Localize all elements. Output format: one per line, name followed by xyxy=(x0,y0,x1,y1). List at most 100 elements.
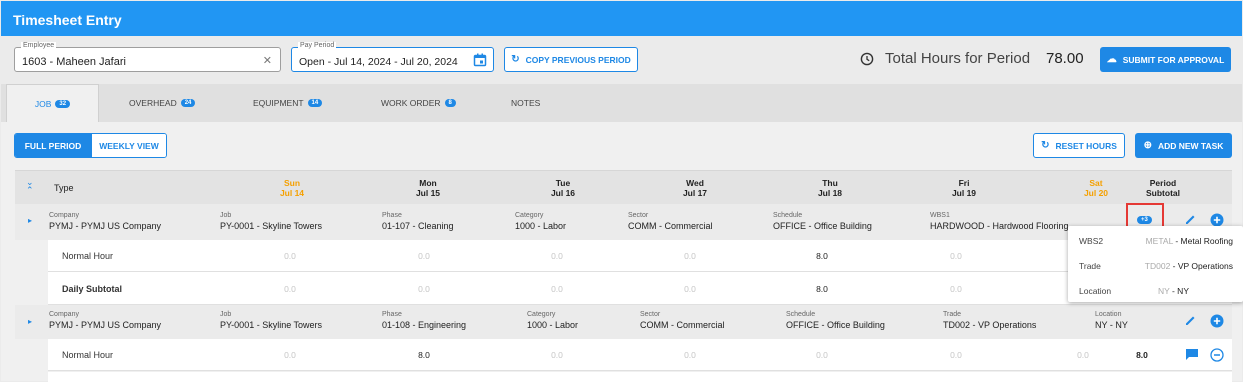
hour-cell[interactable]: 0.0 xyxy=(931,251,981,261)
task-field: Location NY - NY xyxy=(1095,311,1128,330)
tab-job[interactable]: JOB 32 xyxy=(6,84,99,122)
hour-cell[interactable]: 0.0 xyxy=(665,251,715,261)
period-subtotal-cell: 8.0 xyxy=(1136,350,1148,360)
row-label: Normal Hour xyxy=(62,251,114,261)
employee-label: Employee xyxy=(21,42,57,49)
hour-cell[interactable]: 0.0 xyxy=(532,251,582,261)
reset-icon: ↻ xyxy=(1041,140,1050,151)
task-group-2: ▸ Company PYMJ - PYMJ US Company Job PY-00… xyxy=(15,305,1232,339)
day-header-sat: Sat Jul 20 xyxy=(1083,178,1109,198)
task-group-1: ▸ Company PYMJ - PYMJ US Company Job PY-00… xyxy=(15,203,1232,240)
refresh-icon: ↻ xyxy=(511,54,520,65)
expand-icon[interactable]: ▸ xyxy=(28,317,32,326)
task-field: Category 1000 - Labor xyxy=(527,311,579,330)
reset-hours-label: RESET HOURS xyxy=(1055,140,1117,151)
employee-field[interactable]: Employee 1603 - Maheen Jafari ✕ xyxy=(14,42,281,72)
tab-equipment-badge: 14 xyxy=(307,99,323,107)
subtotal-cell: 0.0 xyxy=(284,284,296,294)
add-row-icon[interactable] xyxy=(1210,314,1224,331)
type-header: Type xyxy=(54,183,74,193)
hour-cell[interactable]: 0.0 xyxy=(265,350,315,360)
remove-row-icon[interactable] xyxy=(1210,348,1224,365)
tab-notes[interactable]: NOTES xyxy=(511,84,540,122)
add-new-task-button[interactable]: ⊕ ADD NEW TASK xyxy=(1135,133,1232,158)
pay-period-field[interactable]: Pay Period Open - Jul 14, 2024 - Jul 20,… xyxy=(291,42,494,72)
copy-previous-label: COPY PREVIOUS PERIOD xyxy=(525,54,631,65)
tab-job-label: JOB xyxy=(34,98,52,109)
task-field: Phase 01-107 - Cleaning xyxy=(382,212,454,231)
day-header-wed: Wed Jul 17 xyxy=(682,178,708,198)
submit-for-approval-button[interactable]: ☁ SUBMIT FOR APPROVAL xyxy=(1100,47,1231,72)
task-field: Schedule OFFICE - Office Building xyxy=(773,212,872,231)
popup-value: TD002 - VP Operations xyxy=(1144,261,1233,271)
hour-cell[interactable]: 0.0 xyxy=(797,350,847,360)
day-header-mon: Mon Jul 15 xyxy=(415,178,441,198)
comment-icon[interactable] xyxy=(1185,348,1199,364)
tab-bar: JOB 32 OVERHEAD 24 EQUIPMENT 14 WORK ORD… xyxy=(1,84,1242,122)
subtotal-cell: 0.0 xyxy=(418,284,430,294)
employee-value: 1603 - Maheen Jafari xyxy=(22,56,126,68)
total-hours-value: 78.00 xyxy=(1046,50,1084,67)
row-label: Daily Subtotal xyxy=(62,284,123,294)
tab-overhead-badge: 24 xyxy=(180,99,196,107)
tab-notes-label: NOTES xyxy=(511,98,541,108)
table-row xyxy=(48,372,1232,382)
collapse-all-icon[interactable]: ⌄ ⌃ xyxy=(26,178,34,195)
pay-period-value: Open - Jul 14, 2024 - Jul 20, 2024 xyxy=(299,56,458,68)
hour-cell[interactable]: 0.0 xyxy=(532,350,582,360)
hour-cell[interactable]: 0.0 xyxy=(399,251,449,261)
tab-work-order-badge: 8 xyxy=(444,99,456,107)
more-fields-badge[interactable]: +3 xyxy=(1137,216,1152,224)
task-field: Trade TD002 - VP Operations xyxy=(943,311,1037,330)
day-header-thu: Thu Jul 18 xyxy=(817,178,843,198)
calendar-icon[interactable] xyxy=(473,53,487,70)
submit-label: SUBMIT FOR APPROVAL xyxy=(1122,54,1225,65)
task-field: Company PYMJ - PYMJ US Company xyxy=(49,212,162,231)
task-field: Phase 01-108 - Engineering xyxy=(382,311,467,330)
day-header-tue: Tue Jul 16 xyxy=(550,178,576,198)
subtotal-cell: 0.0 xyxy=(684,284,696,294)
hour-cell[interactable]: 0.0 xyxy=(1058,350,1108,360)
edit-icon[interactable] xyxy=(1184,314,1197,330)
popup-label: Trade xyxy=(1079,261,1101,271)
row-label: Normal Hour xyxy=(62,350,114,360)
day-header-fri: Fri Jul 19 xyxy=(951,178,977,198)
tab-equipment[interactable]: EQUIPMENT 14 xyxy=(253,84,323,122)
subtotal-cell: 0.0 xyxy=(950,284,962,294)
hour-cell[interactable]: 0.0 xyxy=(665,350,715,360)
table-row: Normal Hour 0.0 8.0 0.0 0.0 0.0 0.0 0.0 … xyxy=(48,339,1232,371)
tab-work-order[interactable]: WORK ORDER 8 xyxy=(381,84,456,122)
period-subtotal-header: Period Subtotal xyxy=(1146,178,1180,198)
task-field: Category 1000 - Labor xyxy=(515,212,567,231)
copy-previous-period-button[interactable]: ↻ COPY PREVIOUS PERIOD xyxy=(504,47,638,72)
tab-overhead[interactable]: OVERHEAD 24 xyxy=(129,84,196,122)
hour-cell[interactable]: 0.0 xyxy=(931,350,981,360)
hour-cell[interactable]: 8.0 xyxy=(797,251,847,261)
view-toggle: FULL PERIOD WEEKLY VIEW xyxy=(14,133,167,158)
day-header-sun: Sun Jul 14 xyxy=(279,178,305,198)
tab-work-order-label: WORK ORDER xyxy=(381,98,441,108)
page-title: Timesheet Entry xyxy=(13,12,122,28)
task-field: Job PY-0001 - Skyline Towers xyxy=(220,311,323,330)
cloud-upload-icon: ☁ xyxy=(1106,54,1117,65)
table-header: ⌄ ⌃ Type Sun Jul 14 Mon Jul 15 Tue Jul 16 We… xyxy=(15,170,1232,204)
clock-icon xyxy=(860,52,874,69)
popup-label: Location xyxy=(1079,286,1112,296)
hour-cell[interactable]: 0.0 xyxy=(265,251,315,261)
clear-icon[interactable]: ✕ xyxy=(263,54,272,67)
tab-overhead-label: OVERHEAD xyxy=(129,98,177,108)
full-period-button[interactable]: FULL PERIOD xyxy=(15,134,91,157)
pay-period-label: Pay Period xyxy=(298,42,337,49)
task-field: Job PY-0001 - Skyline Towers xyxy=(220,212,323,231)
weekly-view-button[interactable]: WEEKLY VIEW xyxy=(91,134,166,157)
table-row: Daily Subtotal 0.0 0.0 0.0 0.0 8.0 0.0 0… xyxy=(48,272,1232,305)
reset-hours-button[interactable]: ↻ RESET HOURS xyxy=(1033,133,1125,158)
task-field: WBS1 HARDWOOD - Hardwood Flooring xyxy=(930,212,1069,231)
hour-cell[interactable]: 8.0 xyxy=(399,350,449,360)
task-field: Schedule OFFICE - Office Building xyxy=(786,311,885,330)
subtotal-cell: 8.0 xyxy=(816,284,828,294)
expand-icon[interactable]: ▸ xyxy=(28,216,32,225)
add-circle-icon: ⊕ xyxy=(1143,140,1152,151)
task-field: Sector COMM - Commercial xyxy=(640,311,725,330)
popup-value: NY - NY xyxy=(1157,286,1189,296)
